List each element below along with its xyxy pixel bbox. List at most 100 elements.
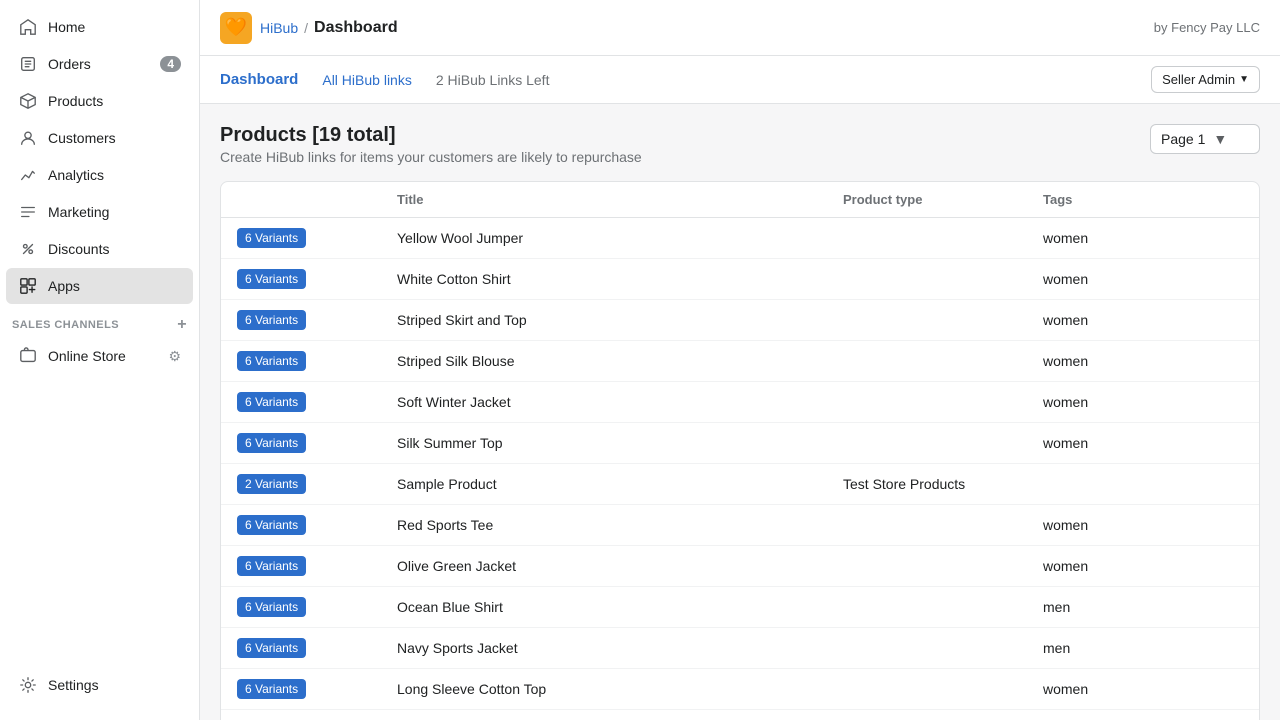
variant-badge[interactable]: 6 Variants xyxy=(237,228,306,248)
sales-channels-section: SALES CHANNELS + xyxy=(0,305,199,337)
tags-cell: women xyxy=(1043,681,1243,697)
table-header: Title Product type Tags xyxy=(221,182,1259,218)
title-cell: Striped Silk Blouse xyxy=(397,353,843,369)
table-row: 6 Variants Striped Skirt and Top women xyxy=(221,300,1259,341)
sidebar-item-customers[interactable]: Customers xyxy=(6,120,193,156)
tags-cell: women xyxy=(1043,353,1243,369)
variant-badge[interactable]: 6 Variants xyxy=(237,351,306,371)
sidebar-item-marketing-label: Marketing xyxy=(48,204,181,220)
tags-cell: women xyxy=(1043,517,1243,533)
breadcrumb: HiBub / Dashboard xyxy=(260,19,398,37)
title-cell: Soft Winter Jacket xyxy=(397,394,843,410)
app-icon: 🧡 xyxy=(220,12,252,44)
sidebar-item-settings[interactable]: Settings xyxy=(6,667,193,703)
orders-icon xyxy=(18,54,38,74)
sidebar-item-apps-label: Apps xyxy=(48,278,181,294)
marketing-icon xyxy=(18,202,38,222)
table-row: 6 Variants Olive Green Jacket women xyxy=(221,546,1259,587)
topbar-left: 🧡 HiBub / Dashboard xyxy=(220,12,398,44)
table-row: 6 Variants Ocean Blue Shirt men xyxy=(221,587,1259,628)
col-header-variants xyxy=(237,192,397,207)
sidebar-item-orders[interactable]: Orders 4 xyxy=(6,46,193,82)
variant-badge[interactable]: 6 Variants xyxy=(237,433,306,453)
orders-badge: 4 xyxy=(160,56,181,72)
variant-cell: 6 Variants xyxy=(237,310,397,330)
table-body: 6 Variants Yellow Wool Jumper women 6 Va… xyxy=(221,218,1259,720)
variant-cell: 6 Variants xyxy=(237,638,397,658)
title-cell: Long Sleeve Cotton Top xyxy=(397,681,843,697)
title-cell: Navy Sports Jacket xyxy=(397,640,843,656)
title-cell: Striped Skirt and Top xyxy=(397,312,843,328)
variant-cell: 2 Variants xyxy=(237,474,397,494)
title-cell: Silk Summer Top xyxy=(397,435,843,451)
variant-badge[interactable]: 6 Variants xyxy=(237,638,306,658)
sidebar-item-online-store-label: Online Store xyxy=(48,348,158,364)
chevron-down-icon: ▼ xyxy=(1239,74,1249,85)
col-header-tags: Tags xyxy=(1043,192,1243,207)
sidebar-item-analytics[interactable]: Analytics xyxy=(6,157,193,193)
analytics-icon xyxy=(18,165,38,185)
title-cell: Red Sports Tee xyxy=(397,517,843,533)
tags-cell: women xyxy=(1043,230,1243,246)
sidebar-nav: Home Orders 4 Products Customers A xyxy=(0,0,199,658)
variant-cell: 6 Variants xyxy=(237,351,397,371)
all-hibub-links[interactable]: All HiBub links xyxy=(322,72,411,88)
tags-cell: men xyxy=(1043,599,1243,615)
table-row: 6 Variants Red Sports Tee women xyxy=(221,505,1259,546)
content-area: Products [19 total] Create HiBub links f… xyxy=(200,104,1280,720)
dashboard-header: Dashboard All HiBub links 2 HiBub Links … xyxy=(200,56,1280,104)
online-store-settings-icon[interactable]: ⚙ xyxy=(168,348,181,365)
seller-admin-button[interactable]: Seller Admin ▼ xyxy=(1151,66,1260,93)
variant-badge[interactable]: 6 Variants xyxy=(237,515,306,535)
variant-badge[interactable]: 6 Variants xyxy=(237,269,306,289)
products-title: Products [19 total] xyxy=(220,124,642,147)
col-header-title: Title xyxy=(397,192,843,207)
sidebar-item-products[interactable]: Products xyxy=(6,83,193,119)
variant-badge[interactable]: 2 Variants xyxy=(237,474,306,494)
tags-cell: men xyxy=(1043,640,1243,656)
products-subtitle: Create HiBub links for items your custom… xyxy=(220,149,642,165)
settings-icon xyxy=(18,675,38,695)
dash-right: Seller Admin ▼ xyxy=(1151,66,1260,93)
page-selector[interactable]: Page 1 ▼ xyxy=(1150,124,1260,154)
sidebar-item-online-store[interactable]: Online Store ⚙ xyxy=(6,338,193,374)
customers-icon xyxy=(18,128,38,148)
sidebar-item-analytics-label: Analytics xyxy=(48,167,181,183)
variant-cell: 6 Variants xyxy=(237,392,397,412)
add-sales-channel-button[interactable]: + xyxy=(177,317,187,333)
tags-cell: women xyxy=(1043,394,1243,410)
tags-cell: women xyxy=(1043,271,1243,287)
products-header: Products [19 total] Create HiBub links f… xyxy=(220,124,1260,165)
variant-cell: 6 Variants xyxy=(237,269,397,289)
sidebar-item-customers-label: Customers xyxy=(48,130,181,146)
variant-badge[interactable]: 6 Variants xyxy=(237,392,306,412)
sidebar-item-apps[interactable]: Apps xyxy=(6,268,193,304)
variant-cell: 6 Variants xyxy=(237,556,397,576)
table-row: 6 Variants Yellow Wool Jumper women xyxy=(221,218,1259,259)
topbar-right: by Fency Pay LLC xyxy=(1154,20,1260,35)
variant-badge[interactable]: 6 Variants xyxy=(237,679,306,699)
dashboard-title[interactable]: Dashboard xyxy=(220,71,298,88)
topbar: 🧡 HiBub / Dashboard by Fency Pay LLC xyxy=(200,0,1280,56)
table-row: 5 Variants LED High Tops men xyxy=(221,710,1259,720)
col-header-product-type: Product type xyxy=(843,192,1043,207)
page-label: Page 1 xyxy=(1161,131,1205,147)
sidebar-item-marketing[interactable]: Marketing xyxy=(6,194,193,230)
variant-cell: 6 Variants xyxy=(237,433,397,453)
variant-cell: 6 Variants xyxy=(237,515,397,535)
products-table: Title Product type Tags 6 Variants Yello… xyxy=(220,181,1260,720)
sidebar-item-home[interactable]: Home xyxy=(6,9,193,45)
sidebar-item-discounts-label: Discounts xyxy=(48,241,181,257)
sidebar-item-settings-label: Settings xyxy=(48,677,181,693)
hibub-links-left: 2 HiBub Links Left xyxy=(436,72,550,88)
seller-admin-label: Seller Admin xyxy=(1162,72,1235,87)
title-cell: Sample Product xyxy=(397,476,843,492)
variant-badge[interactable]: 6 Variants xyxy=(237,556,306,576)
sidebar-item-discounts[interactable]: Discounts xyxy=(6,231,193,267)
by-label: by Fency Pay LLC xyxy=(1154,20,1260,35)
table-row: 6 Variants Silk Summer Top women xyxy=(221,423,1259,464)
variant-badge[interactable]: 6 Variants xyxy=(237,310,306,330)
sidebar-item-orders-label: Orders xyxy=(48,56,150,72)
variant-badge[interactable]: 6 Variants xyxy=(237,597,306,617)
breadcrumb-app-name[interactable]: HiBub xyxy=(260,20,298,36)
